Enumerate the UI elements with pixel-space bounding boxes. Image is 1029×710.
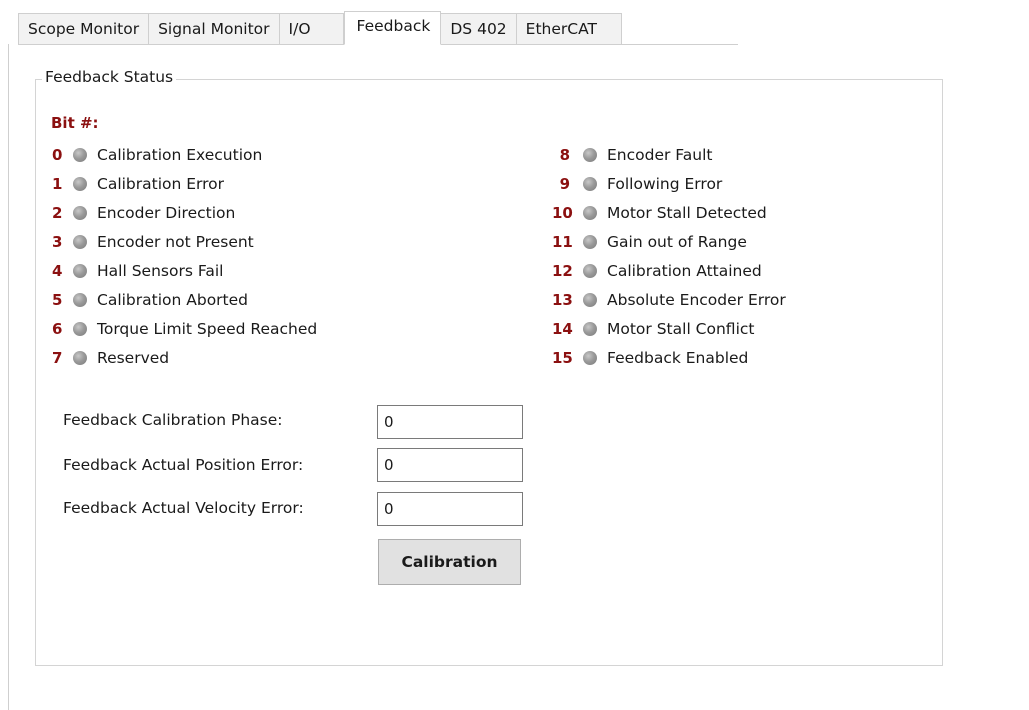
velocity-error-field[interactable] [377, 492, 523, 526]
bit-number: 8 [559, 146, 570, 164]
position-error-field[interactable] [377, 448, 523, 482]
bit-number: 5 [52, 291, 63, 309]
tab-scope-monitor[interactable]: Scope Monitor [18, 13, 150, 44]
bit-label: Encoder not Present [97, 233, 254, 251]
status-led-icon [583, 264, 597, 278]
bit-number: 4 [52, 262, 63, 280]
bit-label: Feedback Enabled [607, 349, 749, 367]
bit-row-2: 2 Encoder Direction [52, 202, 235, 224]
status-led-icon [583, 177, 597, 191]
feedback-panel: Scope Monitor Signal Monitor I/O Feedbac… [0, 0, 1029, 710]
status-led-icon [73, 235, 87, 249]
bit-row-5: 5 Calibration Aborted [52, 289, 248, 311]
bit-row-15: 15 Feedback Enabled [552, 347, 748, 369]
bit-number: 10 [552, 204, 573, 222]
calibration-phase-label: Feedback Calibration Phase: [63, 411, 283, 429]
bit-number: 12 [552, 262, 573, 280]
bit-number: 3 [52, 233, 63, 251]
status-led-icon [583, 206, 597, 220]
bit-row-10: 10 Motor Stall Detected [552, 202, 767, 224]
bit-row-14: 14 Motor Stall Conflict [552, 318, 754, 340]
tab-ds402[interactable]: DS 402 [441, 13, 517, 44]
status-led-icon [583, 293, 597, 307]
bit-row-11: 11 Gain out of Range [552, 231, 747, 253]
status-led-icon [73, 206, 87, 220]
bit-number: 0 [52, 146, 63, 164]
bit-row-1: 1 Calibration Error [52, 173, 224, 195]
bit-row-3: 3 Encoder not Present [52, 231, 254, 253]
bit-label: Gain out of Range [607, 233, 747, 251]
calibration-phase-field[interactable] [377, 405, 523, 439]
bit-number: 15 [552, 349, 573, 367]
status-led-icon [583, 351, 597, 365]
bit-number: 2 [52, 204, 63, 222]
bit-number: 7 [52, 349, 63, 367]
bit-row-7: 7 Reserved [52, 347, 169, 369]
calibration-button[interactable]: Calibration [378, 539, 521, 585]
status-led-icon [73, 351, 87, 365]
panel-left-edge [8, 44, 9, 710]
status-led-icon [583, 235, 597, 249]
bit-label: Calibration Execution [97, 146, 263, 164]
bit-row-12: 12 Calibration Attained [552, 260, 762, 282]
status-led-icon [73, 148, 87, 162]
status-led-icon [73, 322, 87, 336]
tab-ethercat[interactable]: EtherCAT [516, 13, 622, 44]
bit-label: Motor Stall Conflict [607, 320, 755, 338]
tab-feedback[interactable]: Feedback [343, 11, 442, 45]
tab-signal-monitor[interactable]: Signal Monitor [149, 13, 280, 44]
bit-label: Following Error [607, 175, 723, 193]
status-led-icon [583, 322, 597, 336]
bit-label: Hall Sensors Fail [97, 262, 224, 280]
bit-label: Calibration Error [97, 175, 225, 193]
status-led-icon [583, 148, 597, 162]
bit-label: Absolute Encoder Error [607, 291, 786, 309]
bit-label: Reserved [97, 349, 170, 367]
bit-label: Torque Limit Speed Reached [97, 320, 318, 338]
status-led-icon [73, 293, 87, 307]
bit-number: 9 [559, 175, 570, 193]
bit-number: 14 [552, 320, 573, 338]
position-error-label: Feedback Actual Position Error: [63, 456, 304, 474]
groupbox-title: Feedback Status [42, 68, 177, 86]
bit-number: 13 [552, 291, 573, 309]
bit-header: Bit #: [51, 114, 99, 132]
velocity-error-label: Feedback Actual Velocity Error: [63, 499, 304, 517]
bit-row-8: 8 Encoder Fault [552, 144, 713, 166]
status-led-icon [73, 264, 87, 278]
bit-label: Calibration Aborted [97, 291, 249, 309]
tab-io[interactable]: I/O [279, 13, 344, 44]
bit-row-6: 6 Torque Limit Speed Reached [52, 318, 317, 340]
bit-number: 11 [552, 233, 573, 251]
bit-row-13: 13 Absolute Encoder Error [552, 289, 786, 311]
bit-label: Encoder Direction [97, 204, 236, 222]
status-led-icon [73, 177, 87, 191]
bit-label: Calibration Attained [607, 262, 762, 280]
tab-strip: Scope Monitor Signal Monitor I/O Feedbac… [18, 10, 622, 45]
bit-label: Encoder Fault [607, 146, 713, 164]
bit-label: Motor Stall Detected [607, 204, 767, 222]
bit-number: 6 [52, 320, 63, 338]
bit-number: 1 [52, 175, 63, 193]
bit-row-9: 9 Following Error [552, 173, 723, 195]
bit-row-4: 4 Hall Sensors Fail [52, 260, 223, 282]
bit-row-0: 0 Calibration Execution [52, 144, 262, 166]
